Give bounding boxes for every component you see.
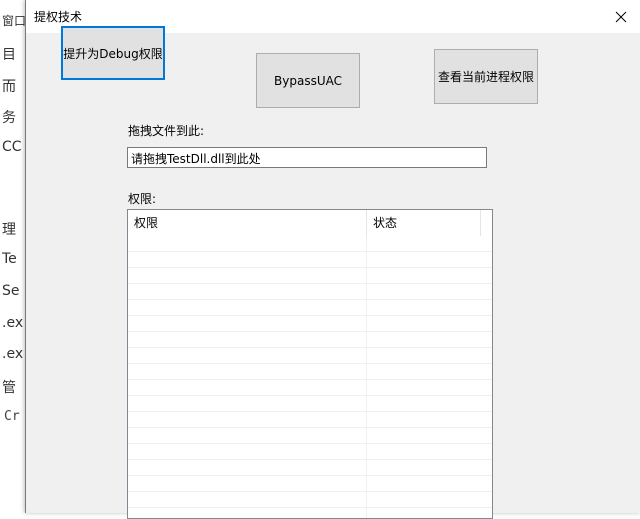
table-row (128, 316, 492, 332)
list-rows (128, 236, 492, 518)
column-header-privilege[interactable]: 权限 (128, 210, 367, 236)
table-row (128, 380, 492, 396)
view-privileges-button[interactable]: 查看当前进程权限 (434, 49, 538, 104)
table-row (128, 428, 492, 444)
bg-text-line: 而 (2, 79, 16, 95)
table-row (128, 492, 492, 508)
bypass-uac-button[interactable]: BypassUAC (256, 53, 360, 108)
table-row (128, 332, 492, 348)
table-row (128, 236, 492, 252)
table-row (128, 364, 492, 380)
table-row (128, 268, 492, 284)
bg-text-line: 理 (2, 222, 16, 238)
table-row (128, 508, 492, 518)
table-row (128, 476, 492, 492)
table-row (128, 412, 492, 428)
bg-text-line: Te (2, 251, 17, 267)
bg-text-line: .ex (2, 315, 24, 331)
table-row (128, 252, 492, 268)
bg-text-line: .ex (2, 346, 24, 362)
table-row (128, 284, 492, 300)
bg-text-line: 目 (2, 47, 16, 63)
background-window: 窗口 目 而 务 CC 理 Te Se .ex .ex 管 Cr (0, 0, 28, 513)
drag-file-label: 拖拽文件到此: (128, 124, 205, 138)
privilege-dialog: 提权技术 提升为Debug权限 BypassUAC 查看当前进程权限 拖拽文件到… (25, 0, 640, 519)
debug-privilege-button[interactable]: 提升为Debug权限 (61, 26, 165, 80)
table-row (128, 460, 492, 476)
bg-text-line: 务 (2, 110, 16, 126)
list-header: 权限 状态 (128, 210, 492, 236)
table-row (128, 348, 492, 364)
close-button[interactable] (605, 3, 637, 31)
bg-text-line: 管 (2, 380, 16, 396)
bg-text-line: Cr (4, 409, 20, 424)
drag-file-input[interactable]: 请拖拽TestDll.dll到此处 (127, 147, 487, 168)
column-header-status[interactable]: 状态 (367, 210, 481, 236)
table-row (128, 444, 492, 460)
dialog-title: 提权技术 (34, 10, 83, 24)
privileges-list[interactable]: 权限 状态 (127, 209, 493, 519)
privileges-label: 权限: (128, 192, 157, 206)
table-row (128, 300, 492, 316)
table-row (128, 396, 492, 412)
bg-text-line: CC (2, 139, 22, 155)
bg-text-line: 窗口 (2, 14, 27, 28)
close-icon (615, 11, 627, 23)
bg-text-line: Se (2, 283, 20, 299)
